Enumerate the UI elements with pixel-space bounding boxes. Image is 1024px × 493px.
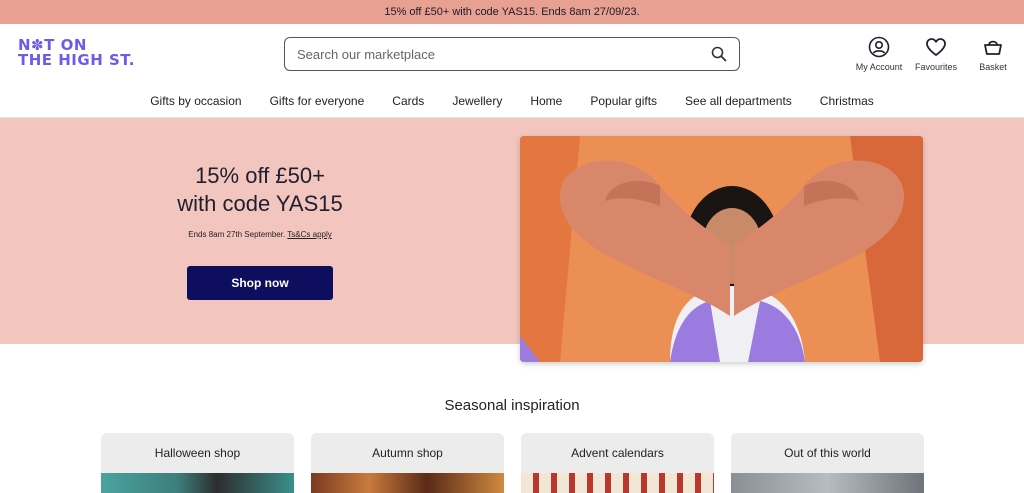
shop-now-button[interactable]: Shop now: [187, 266, 333, 300]
nav-gifts-by-occasion[interactable]: Gifts by occasion: [150, 94, 241, 108]
category-card-label: Advent calendars: [571, 446, 664, 460]
basket-label: Basket: [979, 62, 1007, 72]
account-icon: [868, 36, 890, 58]
nav-cards[interactable]: Cards: [392, 94, 424, 108]
category-card-image: [101, 473, 294, 493]
category-card-halloween[interactable]: Halloween shop: [101, 433, 294, 493]
category-card-label: Out of this world: [784, 446, 871, 460]
hero-title-line-1: 15% off £50+: [195, 163, 325, 188]
heart-icon: [926, 38, 946, 56]
category-card-label: Autumn shop: [372, 446, 443, 460]
category-card-autumn[interactable]: Autumn shop: [311, 433, 504, 493]
seasonal-inspiration-title: Seasonal inspiration: [444, 397, 580, 414]
hero-subtext: Ends 8am 27th September. Ts&Cs apply: [120, 230, 400, 239]
favourites-button[interactable]: Favourites: [912, 36, 960, 72]
terms-link[interactable]: Ts&Cs apply: [287, 230, 331, 239]
search-bar: [284, 37, 740, 71]
basket-icon: [984, 40, 1002, 55]
hero-image[interactable]: [520, 136, 923, 362]
search-input[interactable]: [297, 46, 711, 62]
shop-now-label: Shop now: [231, 276, 289, 290]
category-card-image: [311, 473, 504, 493]
logo-line-2: THE HIGH ST.: [18, 51, 135, 69]
my-account-button[interactable]: My Account: [850, 36, 908, 72]
nav-home[interactable]: Home: [530, 94, 562, 108]
main-navigation: Gifts by occasion Gifts for everyone Car…: [0, 84, 1024, 118]
category-card-image: [731, 473, 924, 493]
promo-banner[interactable]: 15% off £50+ with code YAS15. Ends 8am 2…: [0, 0, 1024, 24]
basket-button[interactable]: Basket: [974, 36, 1012, 72]
hero-photo-illustration: [520, 136, 923, 362]
nav-see-all-departments[interactable]: See all departments: [685, 94, 792, 108]
nav-popular-gifts[interactable]: Popular gifts: [590, 94, 657, 108]
my-account-label: My Account: [855, 62, 903, 72]
site-header: N✽T ON THE HIGH ST. My Account Favourite…: [0, 24, 1024, 84]
category-card-image: [521, 473, 714, 493]
nav-christmas[interactable]: Christmas: [820, 94, 874, 108]
category-card-label: Halloween shop: [154, 446, 241, 460]
favourites-label: Favourites: [914, 62, 958, 72]
nav-gifts-for-everyone[interactable]: Gifts for everyone: [270, 94, 365, 108]
hero-title: 15% off £50+ with code YAS15: [120, 162, 400, 218]
search-icon[interactable]: [711, 46, 727, 62]
site-logo[interactable]: N✽T ON THE HIGH ST.: [18, 38, 135, 72]
category-card-out-of-this-world[interactable]: Out of this world: [731, 433, 924, 493]
category-card-advent-calendars[interactable]: Advent calendars: [521, 433, 714, 493]
nav-jewellery[interactable]: Jewellery: [452, 94, 502, 108]
hero-title-line-2: with code YAS15: [177, 191, 343, 216]
hero-subtext-text: Ends 8am 27th September.: [188, 230, 286, 239]
promo-text: 15% off £50+ with code YAS15. Ends 8am 2…: [384, 6, 640, 18]
